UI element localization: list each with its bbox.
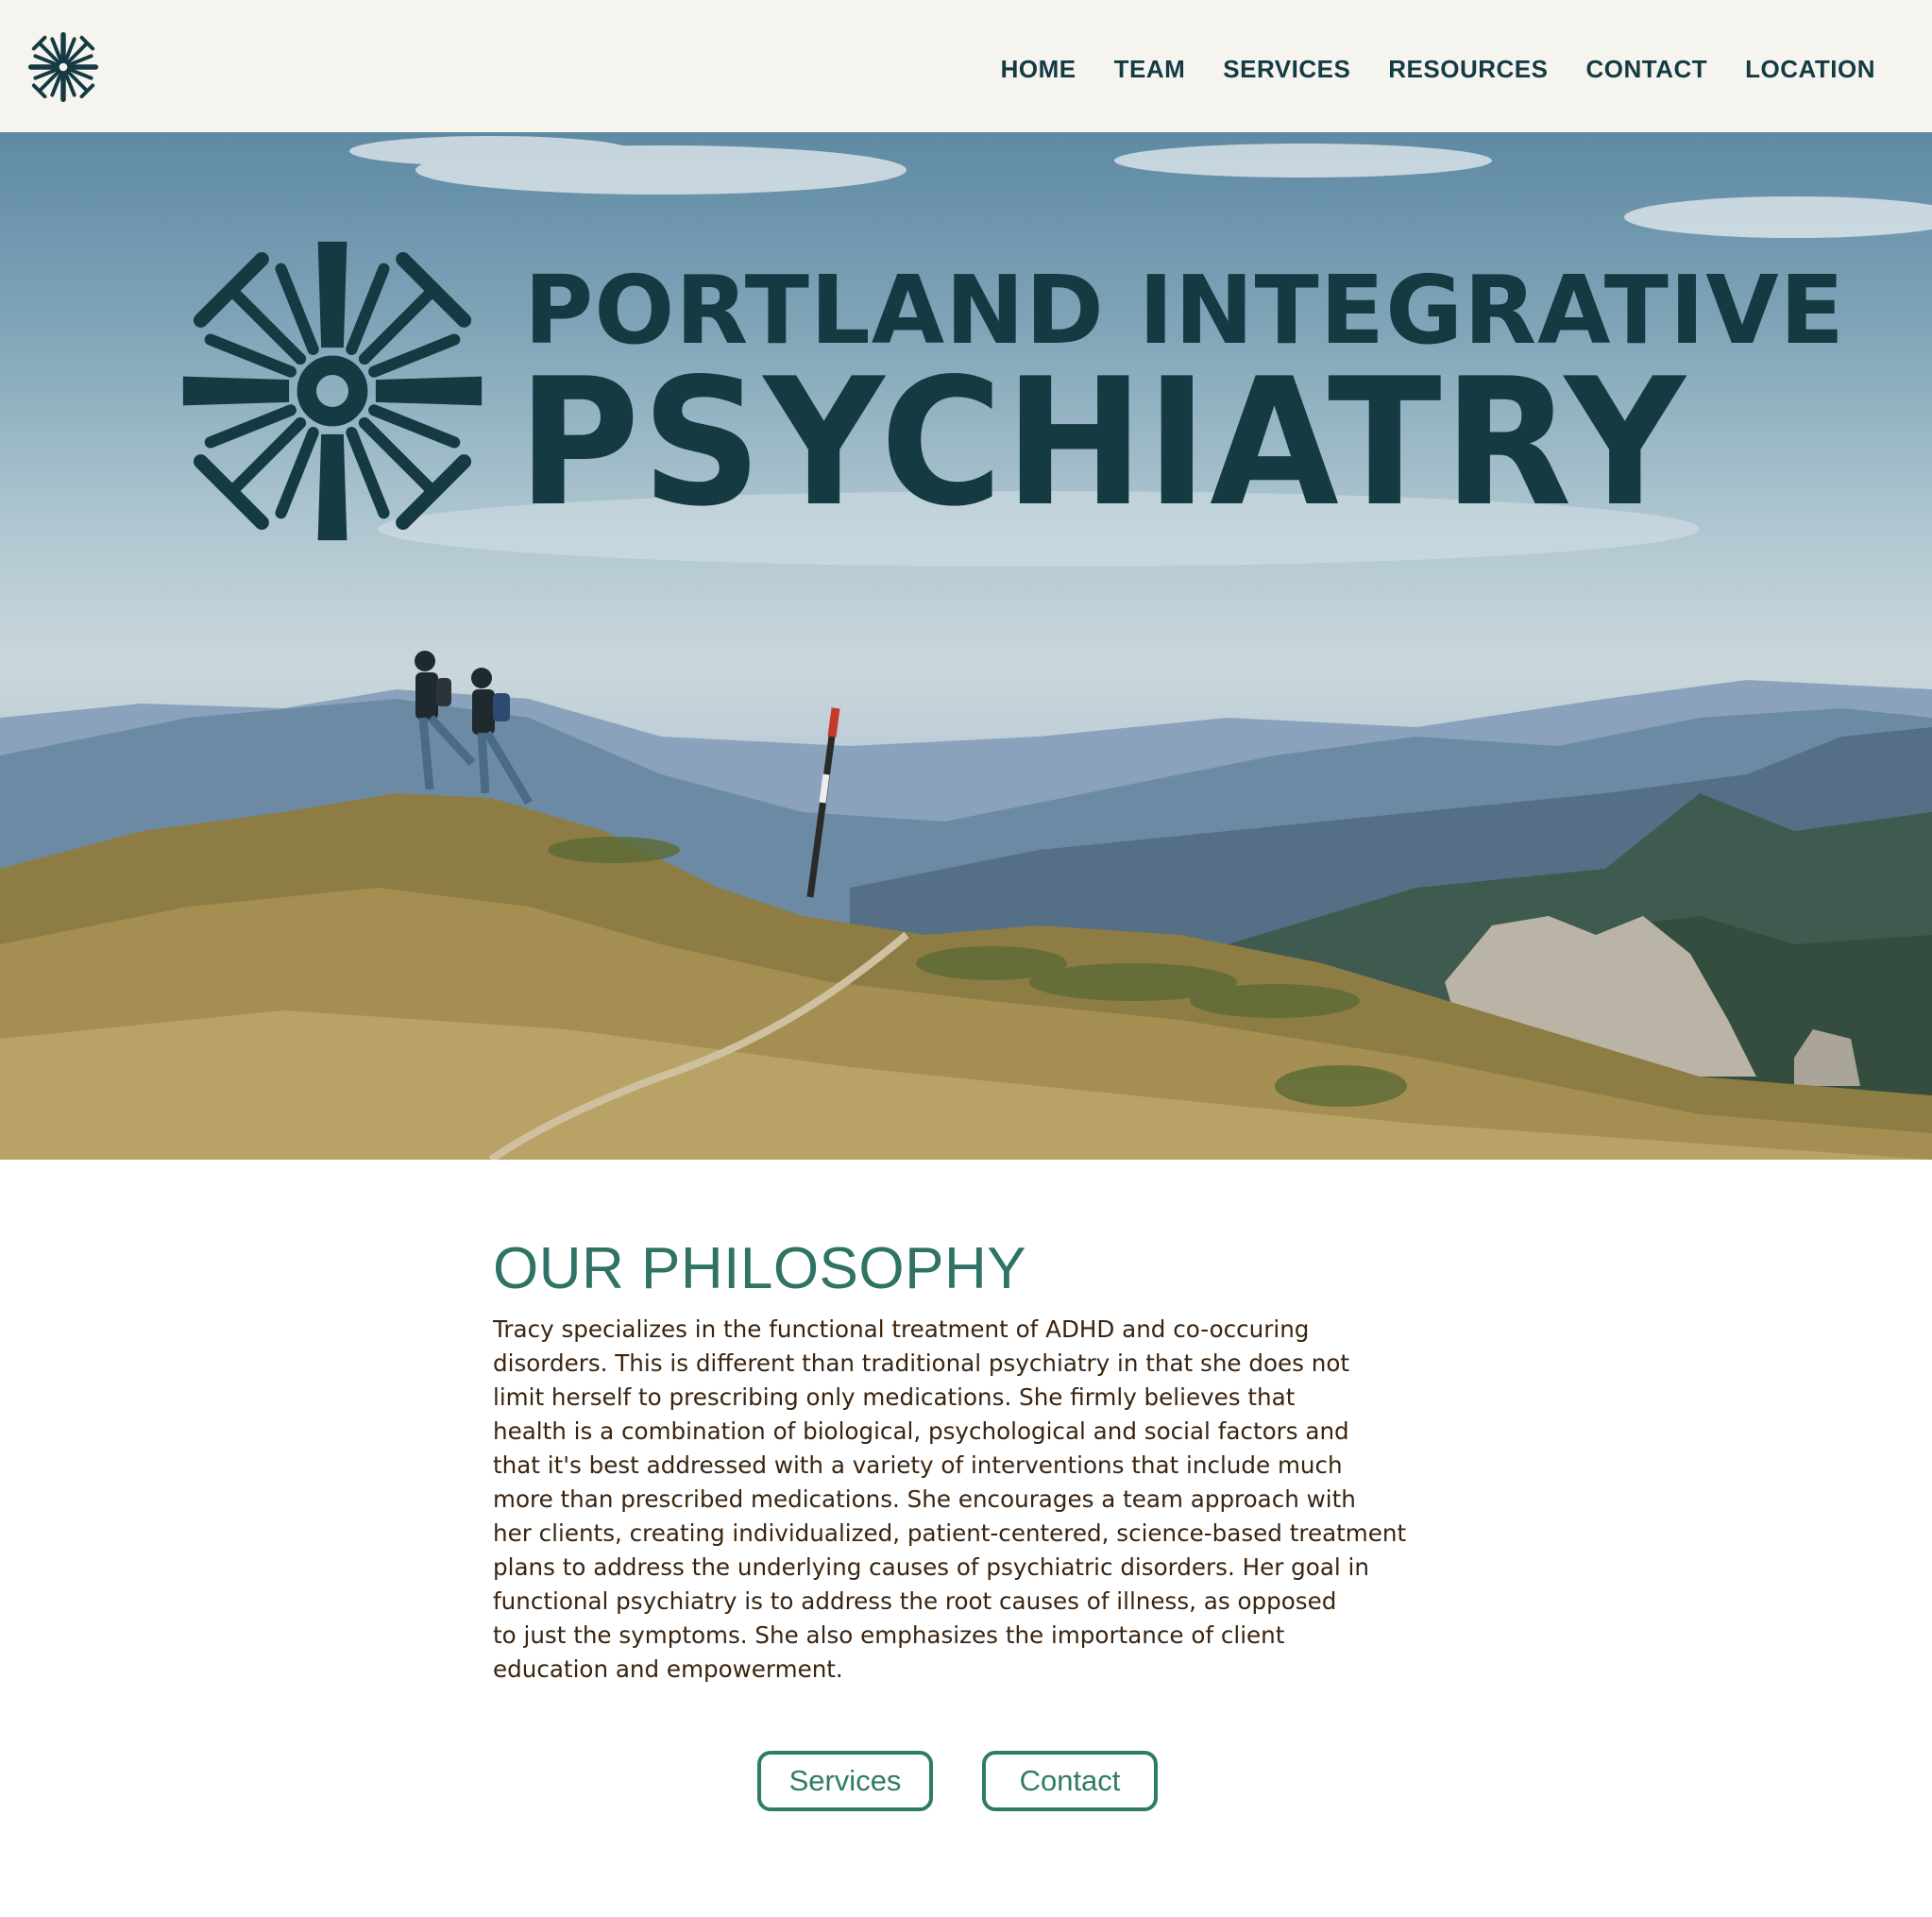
nav-services[interactable]: SERVICES — [1223, 55, 1350, 84]
hero-banner: PORTLAND INTEGRATIVE PSYCHIATRY — [0, 132, 1932, 1160]
philosophy-line: Tracy specializes in the functional trea… — [493, 1315, 1310, 1343]
philosophy-line: limit herself to prescribing only medica… — [493, 1383, 1296, 1411]
philosophy-line: plans to address the underlying causes o… — [493, 1553, 1369, 1581]
sunburst-logo-icon[interactable] — [26, 30, 100, 104]
philosophy-line: to just the symptoms. She also emphasize… — [493, 1621, 1285, 1649]
philosophy-line: functional psychiatry is to address the … — [493, 1587, 1337, 1615]
main-nav: HOME TEAM SERVICES RESOURCES CONTACT LOC… — [1001, 55, 1875, 84]
contact-button[interactable]: Contact — [982, 1751, 1158, 1811]
philosophy-line: more than prescribed medications. She en… — [493, 1485, 1356, 1513]
philosophy-title: OUR PHILOSOPHY — [493, 1236, 1027, 1301]
philosophy-line: her clients, creating individualized, pa… — [493, 1519, 1407, 1547]
nav-team[interactable]: TEAM — [1114, 55, 1186, 84]
philosophy-line: health is a combination of biological, p… — [493, 1417, 1349, 1445]
philosophy-line: that it's best addressed with a variety … — [493, 1451, 1343, 1479]
nav-home[interactable]: HOME — [1001, 55, 1076, 84]
philosophy-line: education and empowerment. — [493, 1655, 843, 1683]
philosophy-text: Tracy specializes in the functional trea… — [493, 1313, 1447, 1687]
services-button[interactable]: Services — [757, 1751, 933, 1811]
nav-location[interactable]: LOCATION — [1745, 55, 1875, 84]
nav-resources[interactable]: RESOURCES — [1388, 55, 1548, 84]
hero-title-line2: PSYCHIATRY — [517, 340, 1687, 545]
nav-contact[interactable]: CONTACT — [1585, 55, 1707, 84]
philosophy-line: disorders. This is different than tradit… — [493, 1349, 1350, 1377]
hero-sunburst-logo-icon — [182, 241, 483, 541]
site-header: HOME TEAM SERVICES RESOURCES CONTACT LOC… — [0, 0, 1932, 132]
